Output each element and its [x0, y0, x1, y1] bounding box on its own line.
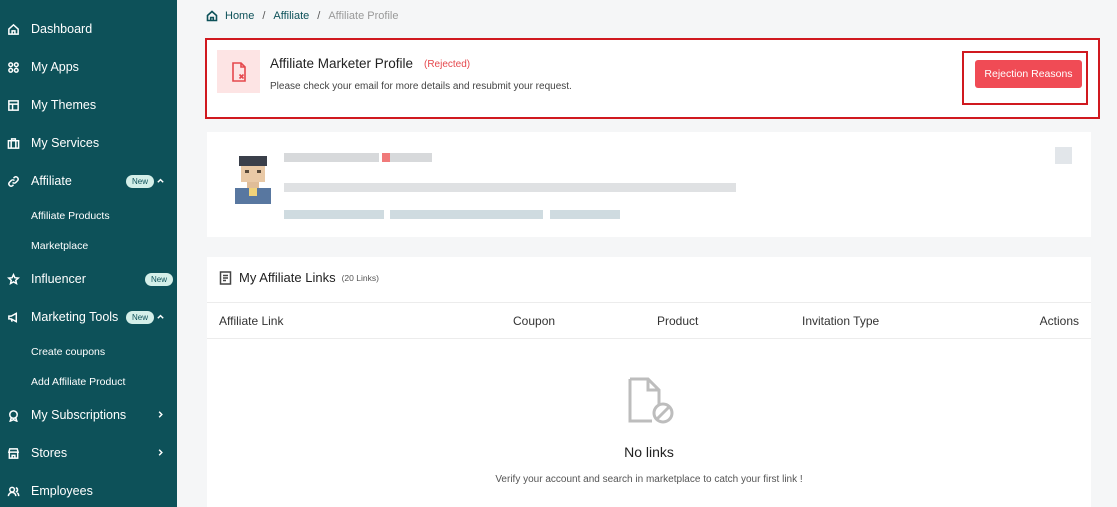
sidebar-item-label: Affiliate [31, 174, 72, 188]
divider [207, 302, 1091, 303]
sidebar-item-label: Marketing Tools [31, 310, 119, 324]
profile-status-card: Affiliate Marketer Profile (Rejected) Pl… [205, 38, 1100, 119]
column-header-coupon: Coupon [513, 314, 556, 328]
breadcrumb-separator: / [262, 10, 266, 22]
rejected-document-icon [217, 50, 260, 93]
breadcrumb: Home / Affiliate / Affiliate Profile [206, 9, 398, 23]
user-info-card [207, 132, 1091, 237]
home-icon[interactable] [206, 10, 218, 22]
divider [207, 338, 1091, 339]
sidebar-item-label: Influencer [31, 272, 86, 286]
user-details-obscured [284, 183, 736, 192]
profile-status-badge: (Rejected) [424, 59, 471, 70]
chevron-up-icon [156, 310, 166, 324]
sidebar-item-affiliate[interactable]: Affiliate New [0, 166, 177, 196]
sidebar-item-my-subscriptions[interactable]: My Subscriptions [0, 400, 177, 430]
empty-state-title: No links [624, 444, 674, 460]
home-icon [6, 22, 20, 36]
no-links-icon [628, 377, 674, 424]
column-header-product: Product [657, 314, 699, 328]
user-role-obscured [390, 153, 432, 162]
new-badge: New [126, 175, 155, 188]
user-meta-obscured [390, 210, 543, 219]
rejection-reasons-button[interactable]: Rejection Reasons [975, 60, 1082, 88]
sidebar-item-label: My Themes [31, 98, 97, 112]
subscription-icon [6, 408, 20, 422]
breadcrumb-current: Affiliate Profile [328, 10, 399, 22]
star-icon [6, 272, 20, 286]
column-header-actions: Actions [1039, 314, 1079, 328]
sidebar-item-my-services[interactable]: My Services [0, 128, 177, 158]
new-badge: New [145, 273, 174, 286]
users-icon [6, 484, 20, 498]
sidebar-item-stores[interactable]: Stores [0, 438, 177, 468]
sidebar-subitem-affiliate-products[interactable]: Affiliate Products [31, 210, 110, 222]
profile-status-inner: Affiliate Marketer Profile (Rejected) Pl… [215, 46, 1090, 111]
sidebar-item-marketing-tools[interactable]: Marketing Tools New [0, 302, 177, 332]
user-meta-obscured [284, 210, 384, 219]
user-status-obscured [382, 153, 390, 162]
column-header-affiliate-link: Affiliate Link [219, 314, 284, 328]
affiliate-links-title: My Affiliate Links [239, 270, 336, 285]
chevron-right-icon [156, 446, 166, 460]
chevron-up-icon [156, 174, 166, 188]
breadcrumb-home-link[interactable]: Home [225, 10, 254, 22]
affiliate-links-card: My Affiliate Links (20 Links) Affiliate … [207, 257, 1091, 507]
breadcrumb-separator: / [317, 10, 321, 22]
briefcase-icon [6, 136, 20, 150]
profile-status-description: Please check your email for more details… [270, 81, 572, 92]
megaphone-icon [6, 310, 20, 324]
sidebar-item-label: My Apps [31, 60, 79, 74]
breadcrumb-affiliate-link[interactable]: Affiliate [273, 10, 309, 22]
chevron-right-icon [156, 408, 166, 422]
column-header-invitation-type: Invitation Type [802, 314, 880, 328]
affiliate-links-header: My Affiliate Links (20 Links) [219, 270, 379, 285]
user-name-obscured [284, 153, 379, 162]
profile-status-title: Affiliate Marketer Profile [270, 56, 414, 71]
sidebar-item-employees[interactable]: Employees [0, 476, 177, 506]
sidebar-item-dashboard[interactable]: Dashboard [0, 14, 177, 44]
sidebar: Dashboard My Apps My Themes My Services … [0, 0, 177, 507]
themes-icon [6, 98, 20, 112]
sidebar-item-influencer[interactable]: Influencer New [0, 264, 177, 294]
sidebar-item-label: My Subscriptions [31, 408, 127, 422]
sidebar-subitem-create-coupons[interactable]: Create coupons [31, 346, 105, 358]
avatar [235, 156, 271, 204]
sidebar-subitem-add-affiliate-product[interactable]: Add Affiliate Product [31, 376, 125, 388]
edit-icon[interactable] [1055, 147, 1072, 164]
user-meta-obscured [550, 210, 620, 219]
sidebar-item-label: My Services [31, 136, 100, 150]
empty-state-description: Verify your account and search in market… [495, 474, 803, 485]
sidebar-item-label: Stores [31, 446, 68, 460]
link-icon [6, 174, 20, 188]
apps-icon [6, 60, 20, 74]
document-list-icon [219, 270, 232, 285]
store-icon [6, 446, 20, 460]
sidebar-item-my-apps[interactable]: My Apps [0, 52, 177, 82]
sidebar-item-label: Employees [31, 484, 93, 498]
new-badge: New [126, 311, 155, 324]
sidebar-item-label: Dashboard [31, 22, 93, 36]
sidebar-item-my-themes[interactable]: My Themes [0, 90, 177, 120]
affiliate-links-count: (20 Links) [341, 272, 379, 283]
sidebar-subitem-marketplace[interactable]: Marketplace [31, 240, 88, 252]
